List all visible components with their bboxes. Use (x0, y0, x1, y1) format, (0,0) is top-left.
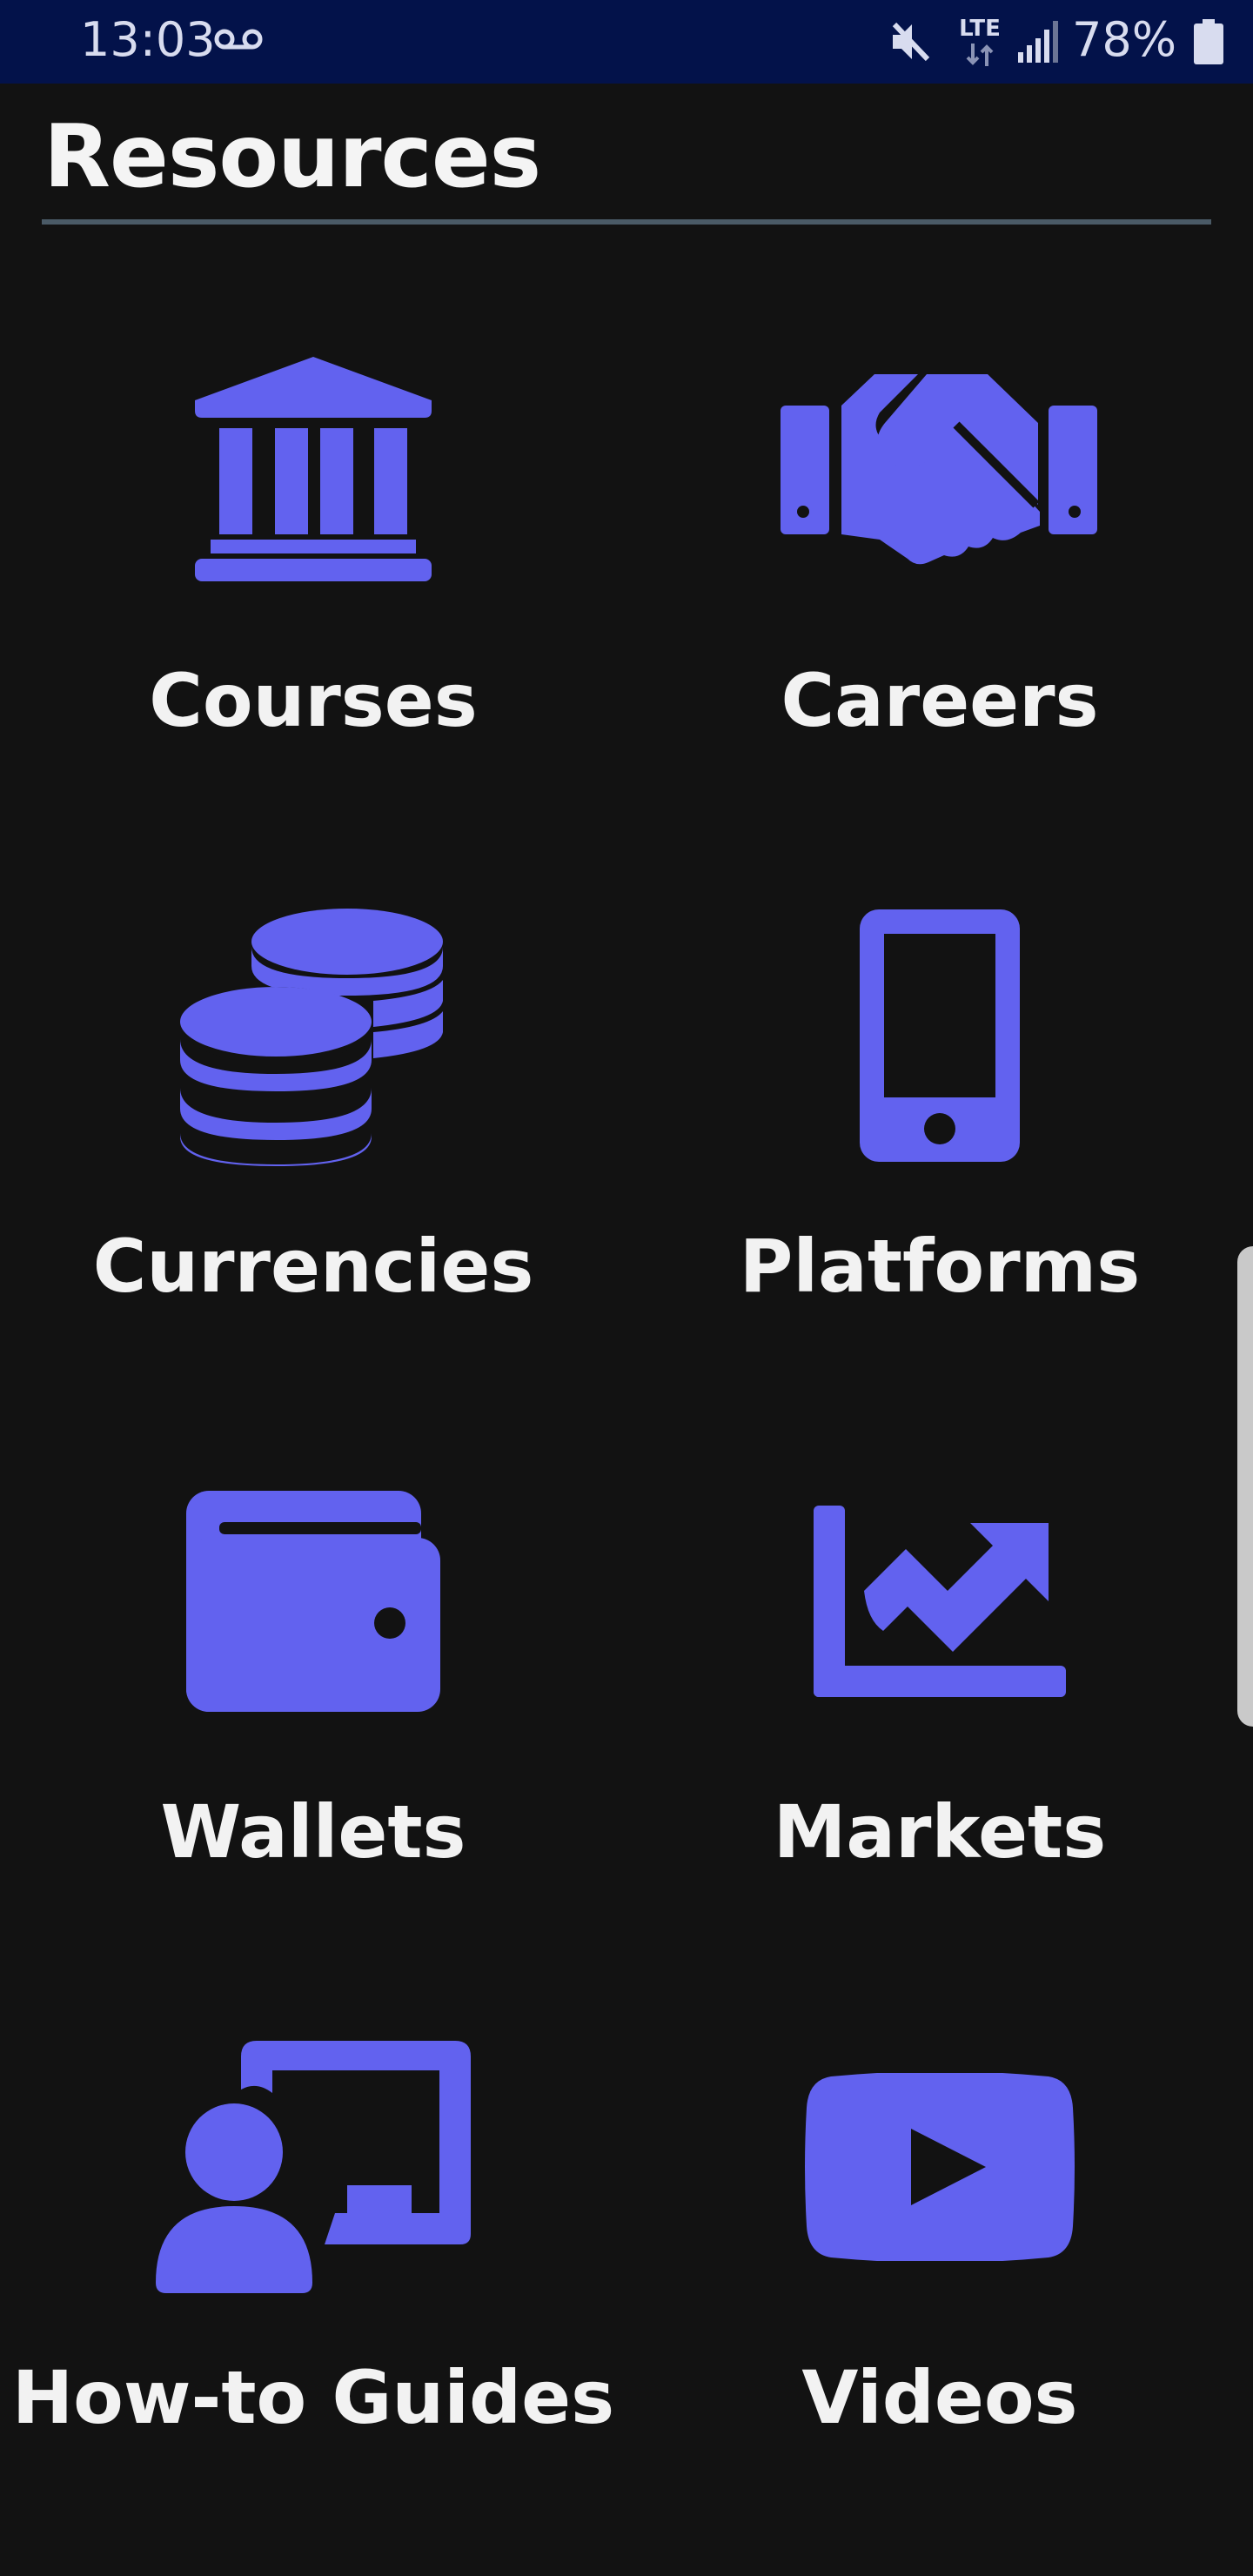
wallet-icon (186, 1491, 440, 1712)
voicemail-icon (214, 29, 263, 50)
mute-icon (892, 22, 930, 62)
trending-up-chart-icon (814, 1506, 1066, 1697)
resource-tile-careers[interactable]: Careers (626, 261, 1253, 827)
resource-label: How-to Guides (11, 2355, 615, 2440)
resource-label: Careers (781, 658, 1099, 743)
bank-icon (195, 357, 432, 581)
resource-tile-videos[interactable]: Videos (626, 1958, 1253, 2524)
resource-tile-currencies[interactable]: Currencies (0, 827, 626, 1392)
network-type: LTE (959, 16, 1001, 42)
handshake-icon (781, 374, 1097, 565)
status-time: 13:03 (80, 12, 216, 67)
resource-tile-wallets[interactable]: Wallets (0, 1392, 626, 1958)
resource-label: Videos (801, 2355, 1078, 2440)
coins-icon (180, 909, 443, 1166)
resource-label: Wallets (160, 1789, 466, 1875)
signal-icon (1018, 21, 1058, 63)
resource-label: Markets (773, 1789, 1107, 1875)
battery-icon (1194, 19, 1223, 64)
resource-label: Platforms (739, 1224, 1141, 1309)
lte-icon: LTE (954, 16, 1006, 66)
status-bar: 13:03 LTE 78% (0, 0, 1253, 84)
play-video-icon (805, 2073, 1075, 2261)
battery-percentage: 78% (1072, 12, 1177, 67)
resource-tile-markets[interactable]: Markets (626, 1392, 1253, 1958)
page-title: Resources (44, 105, 541, 207)
resource-tile-courses[interactable]: Courses (0, 261, 626, 827)
smartphone-icon (860, 909, 1020, 1162)
title-divider (42, 219, 1211, 225)
resource-label: Courses (149, 658, 478, 743)
resource-tile-platforms[interactable]: Platforms (626, 827, 1253, 1392)
scrollbar[interactable] (1237, 1246, 1253, 1727)
resource-label: Currencies (92, 1224, 534, 1309)
resource-tile-how-to-guides[interactable]: How-to Guides (0, 1958, 626, 2524)
teacher-board-icon (156, 2041, 471, 2293)
